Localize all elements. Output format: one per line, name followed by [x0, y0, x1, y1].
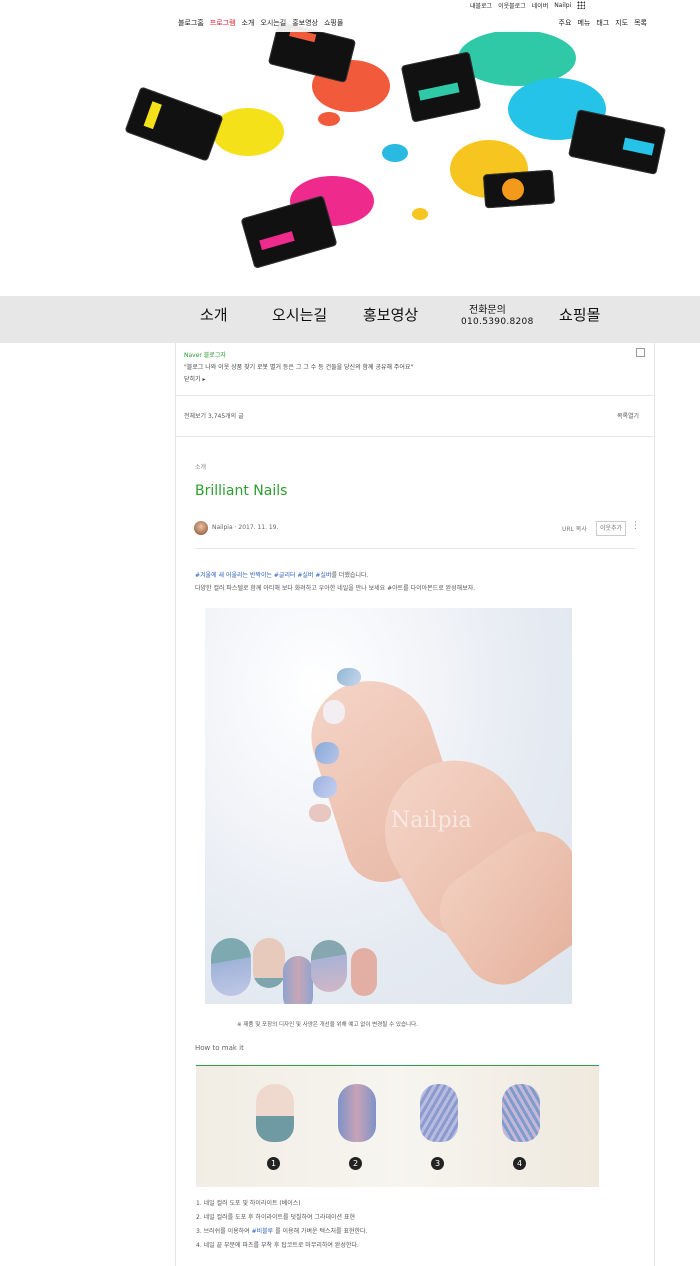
more-options-icon[interactable]: ⋮ [631, 521, 640, 531]
step-nail-2 [338, 1084, 376, 1142]
ad-text: "블로그 나와 이웃 상품 찾기 로봇 별거 등은 그 그 수 등 건들을 당신… [184, 364, 414, 371]
polish-puddle-orange-dots [412, 208, 428, 220]
nav-item-directions[interactable]: 오시는길 [260, 18, 286, 28]
polish-bottle-pink [240, 195, 338, 269]
hero-banner: 내블로그 이웃블로그 네이버 Nailpi 블로그홈 프로그램 소개 오시는길 … [0, 0, 700, 296]
ad-info-icon[interactable] [636, 348, 645, 357]
ad-close-link[interactable]: 닫히기 ▸ [184, 374, 644, 383]
nail-glitter-blue [337, 668, 361, 686]
top-utility-bar: 내블로그 이웃블로그 네이버 Nailpi [470, 0, 655, 10]
post-list-toggle[interactable]: 목록열기 [617, 411, 639, 420]
nail-white [323, 700, 345, 724]
tip-nude [253, 938, 285, 988]
post-title: Brilliant Nails [195, 483, 288, 499]
howto-steps-text: 1. 네일 컬러 도포 및 하이라이트 (베이스) 2. 네일 컬러를 도포 후… [196, 1197, 636, 1253]
step-text-3: 3. 브러쉬를 이용하여 #비블루 를 이용해 가벼운 텍스처를 표현한다. [196, 1228, 368, 1235]
apps-grid-icon[interactable] [577, 1, 586, 9]
nav-right-list[interactable]: 목록 [634, 18, 647, 28]
step-text-1: 1. 네일 컬러 도포 및 하이라이트 (베이스) [196, 1200, 301, 1207]
nail-blue-1 [315, 742, 339, 764]
polish-bottle-teal [400, 51, 482, 123]
post-author-date[interactable]: Nailpia · 2017. 11. 19. [212, 524, 278, 531]
step-text-2: 2. 네일 컬러를 도포 후 하이라이트를 덧칠하여 그라데이션 표현 [196, 1214, 355, 1221]
photo-caption: ※ 제품 및 포장의 디자인 및 사양은 개선을 위해 예고 없이 변경될 수 … [237, 1022, 418, 1028]
top-link-naver[interactable]: 네이버 [532, 1, 549, 10]
post-list-header: 전체보기 3,745개의 글 [184, 413, 244, 420]
main-menu-bar: 소개 오시는길 홍보영상 전화문의 010.5390.8208 쇼핑몰 [0, 296, 700, 343]
top-link-my-blog[interactable]: 내블로그 [470, 1, 492, 10]
polish-puddle-yellow-left [212, 108, 284, 156]
url-copy-button[interactable]: URL 복사 [562, 524, 587, 533]
add-neighbor-button[interactable]: 이웃추가 [596, 521, 626, 536]
howto-steps-image[interactable]: 1 2 3 4 [196, 1065, 599, 1187]
menu-directions[interactable]: 오시는길 [272, 304, 327, 325]
nav-item-shop[interactable]: 쇼핑몰 [324, 18, 343, 28]
nail-blue-2 [313, 776, 337, 798]
top-link-user[interactable]: Nailpi [554, 2, 571, 9]
ad-brand: Naver 블로그자 [184, 352, 226, 359]
step-text-4: 4. 네일 끝 부분에 파츠를 부착 후 탑코트로 마무리하여 완성한다. [196, 1242, 359, 1249]
nav-item-blog-home[interactable]: 블로그홈 [178, 18, 204, 28]
step-nail-1 [256, 1084, 294, 1142]
ad-banner: Naver 블로그자 "블로그 나와 이웃 상품 찾기 로봇 별거 등은 그 그… [184, 350, 644, 383]
step-number-3: 3 [431, 1157, 444, 1170]
post-photo-hand-nails[interactable]: Nailpia [205, 608, 572, 1004]
menu-shop[interactable]: 쇼핑몰 [559, 304, 600, 325]
step-nail-3 [420, 1084, 458, 1142]
menu-phone-title[interactable]: 전화문의 [469, 301, 506, 316]
nav-item-promo[interactable]: 홍보영상 [292, 18, 318, 28]
nav-right-map[interactable]: 지도 [615, 18, 628, 28]
step-number-2: 2 [349, 1157, 362, 1170]
tip-glitter-stripe [283, 956, 313, 1004]
polish-puddle-red-dots [318, 112, 340, 126]
nav-right-main[interactable]: 주요 [559, 18, 572, 28]
divider [176, 436, 653, 437]
divider [195, 548, 635, 549]
polish-puddle-blue-dots [382, 144, 408, 162]
nail-pink [309, 804, 331, 822]
howto-heading: How to mak it [195, 1044, 244, 1052]
step-number-4: 4 [513, 1157, 526, 1170]
nav-right-tag[interactable]: 태그 [596, 18, 609, 28]
nav-item-intro[interactable]: 소개 [242, 18, 255, 28]
polish-bottle-cyan [567, 109, 667, 175]
tip-pink [351, 948, 377, 996]
step-number-1: 1 [267, 1157, 280, 1170]
menu-phone-number: 010.5390.8208 [461, 317, 534, 327]
author-avatar[interactable] [194, 521, 208, 535]
post-text-line-2: 다양한 컬러 파스텔로 함께 아티해 보다 화려하고 우아한 네일을 만나 보세… [195, 585, 476, 592]
nav-right-menu[interactable]: 메뉴 [577, 18, 590, 28]
post-text-line-1: #겨울에 새 어울리는 반짝이는 #글리터 #실버 #실버를 더했습니다. [195, 572, 369, 579]
top-link-neighbor-blog[interactable]: 이웃블로그 [498, 1, 526, 10]
polish-bottle-yellow [124, 86, 224, 162]
polish-bottle-orange [482, 169, 556, 209]
photo-watermark: Nailpia [391, 808, 472, 833]
post-category[interactable]: 소개 [195, 462, 206, 471]
step-nail-4 [502, 1084, 540, 1142]
blog-top-nav: 블로그홈 프로그램 소개 오시는길 홍보영상 쇼핑몰 주요 메뉴 태그 지도 목… [178, 14, 653, 32]
menu-promo-video[interactable]: 홍보영상 [363, 304, 418, 325]
menu-intro[interactable]: 소개 [200, 304, 228, 325]
divider [176, 395, 653, 396]
tip-teal-glitter [211, 938, 251, 996]
nav-item-program[interactable]: 프로그램 [210, 18, 236, 28]
tip-teal-stripe [311, 940, 347, 992]
